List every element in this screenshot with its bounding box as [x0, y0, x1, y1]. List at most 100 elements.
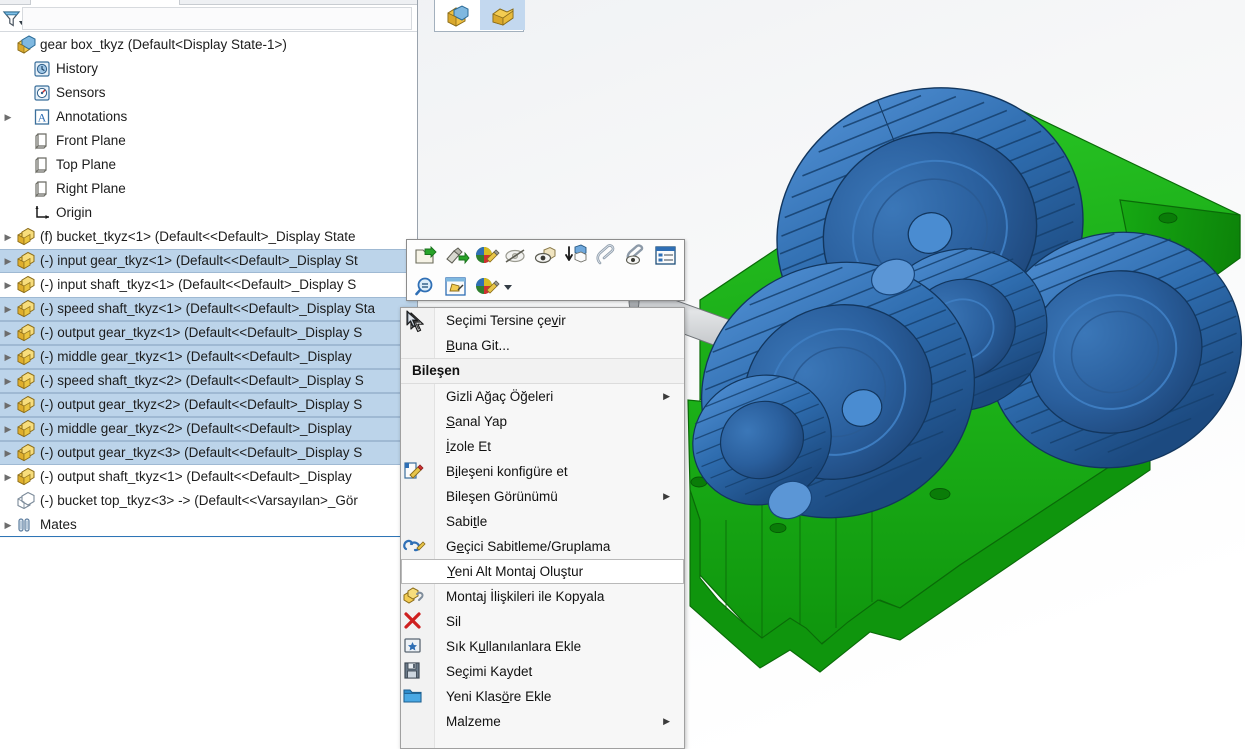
menu-item-sil[interactable]: Sil — [401, 609, 684, 634]
tree-item-output-gear-tkyz-1-default-default-displ[interactable]: ▶ (-) output gear_tkyz<1> (Default<<Defau… — [0, 321, 417, 345]
menu-item-no-icon — [401, 410, 435, 434]
view-mates-icon[interactable] — [591, 242, 621, 270]
menu-item-bile-en-g-r-n-m[interactable]: Bileşen Görünümü ▶ — [401, 484, 684, 509]
context-menu[interactable]: Seçimi Tersine çevir Buna Git... Bileşen Gi… — [400, 307, 685, 749]
menu-item-s-k-kullan-lanlara-ekle[interactable]: Sık Kullanılanlara Ekle — [401, 634, 684, 659]
menu-item-no-icon — [401, 385, 435, 409]
menu-item-sanal-yap[interactable]: Sanal Yap — [401, 409, 684, 434]
expand-arrow-icon[interactable]: ▶ — [0, 249, 16, 273]
menu-item-montaj-li-kileri-ile-kopyala[interactable]: Montaj İlişkileri ile Kopyala — [401, 584, 684, 609]
expand-arrow-icon[interactable]: ▶ — [0, 465, 16, 489]
menu-item-sabitle[interactable]: Sabitle — [401, 509, 684, 534]
tree-item-label: (-) output gear_tkyz<2> (Default<<Defaul… — [40, 397, 363, 412]
tree-item-history[interactable]: ▶History — [0, 57, 417, 81]
menu-item-se-imi-tersine-evir[interactable]: Seçimi Tersine çevir — [401, 308, 684, 333]
menu-item-label: Bileşen Görünümü — [446, 489, 558, 504]
expand-arrow-icon[interactable]: ▶ — [0, 417, 16, 441]
change-transparency-icon[interactable] — [561, 242, 591, 270]
tree-item-label: (-) middle gear_tkyz<2> (Default<<Defaul… — [40, 421, 352, 436]
tree-item-output-shaft-tkyz-1-default-default-disp[interactable]: ▶ (-) output shaft_tkyz<1> (Default<<Defa… — [0, 465, 417, 489]
tree-item-front-plane[interactable]: ▶Front Plane — [0, 129, 417, 153]
show-hidden-icon[interactable] — [531, 242, 561, 270]
tree-item-top-plane[interactable]: ▶Top Plane — [0, 153, 417, 177]
display-state-button[interactable] — [435, 0, 480, 30]
caret-down-icon[interactable] — [501, 273, 515, 301]
component-icon — [16, 347, 38, 367]
menu-item-se-imi-kaydet[interactable]: Seçimi Kaydet — [401, 659, 684, 684]
zoom-to-selection-icon[interactable] — [411, 273, 441, 301]
submenu-arrow-icon: ▶ — [663, 391, 670, 401]
configure-component-icon — [401, 460, 435, 484]
hide-icon[interactable] — [501, 242, 531, 270]
menu-item-malzeme[interactable]: Malzeme ▶ — [401, 709, 684, 734]
expand-arrow-icon[interactable]: ▶ — [0, 321, 16, 345]
tree-item-output-gear-tkyz-3-default-default-displ[interactable]: ▶ (-) output gear_tkyz<3> (Default<<Defau… — [0, 441, 417, 465]
tree-item-speed-shaft-tkyz-1-default-default-displ[interactable]: ▶ (-) speed shaft_tkyz<1> (Default<<Defau… — [0, 297, 417, 321]
tree-item-f-bucket-tkyz-1-default-default-display-[interactable]: ▶ (f) bucket_tkyz<1> (Default<<Default>_D… — [0, 225, 417, 249]
tree-item-middle-gear-tkyz-1-default-default-displ[interactable]: ▶ (-) middle gear_tkyz<1> (Default<<Defau… — [0, 345, 417, 369]
plane-icon — [32, 155, 54, 175]
expand-arrow-icon[interactable]: ▶ — [0, 441, 16, 465]
menu-item-label: Gizli Ağaç Öğeleri — [446, 389, 554, 404]
configuration-button[interactable] — [480, 0, 525, 30]
menu-item-no-icon — [401, 334, 435, 358]
menu-item-label: Seçimi Tersine çevir — [446, 313, 566, 328]
tree-item-input-gear-tkyz-1-default-default-displa[interactable]: ▶ (-) input gear_tkyz<1> (Default<<Defaul… — [0, 249, 417, 273]
tree-item-output-gear-tkyz-2-default-default-displ[interactable]: ▶ (-) output gear_tkyz<2> (Default<<Defau… — [0, 393, 417, 417]
edit-appearance-icon[interactable] — [471, 242, 501, 270]
menu-item-yeni-klas-re-ekle[interactable]: Yeni Klasöre Ekle — [401, 684, 684, 709]
menu-item-bile-eni-konfig-re-et[interactable]: Bileşeni konfigüre et — [401, 459, 684, 484]
tree-item-origin[interactable]: ▶Origin — [0, 201, 417, 225]
menu-item-yeni-alt-montaj-olu-tur[interactable]: Yeni Alt Montaj Oluştur — [401, 559, 684, 584]
expand-arrow-icon[interactable]: ▶ — [0, 393, 16, 417]
tree-item-label: (f) bucket_tkyz<1> (Default<<Default>_Di… — [40, 229, 356, 244]
filter-icon[interactable] — [2, 9, 24, 29]
expand-arrow-icon[interactable]: ▶ — [0, 225, 16, 249]
origin-icon — [32, 203, 54, 223]
tree-item-bucket-top-tkyz-3-default-varsay-lan-g-r[interactable]: ▶(-) bucket top_tkyz<3> -> (Default<<Var… — [0, 489, 417, 513]
tree-item-mates[interactable]: ▶ Mates — [0, 513, 417, 537]
menu-item-label: Bileşeni konfigüre et — [446, 464, 568, 479]
select-other-icon[interactable] — [441, 273, 471, 301]
delete-icon — [401, 610, 435, 634]
context-toolbar-row-1 — [407, 240, 684, 271]
new-folder-icon — [401, 685, 435, 709]
solidworks-window: ▶ gear box_tkyz (Default<Display State-1… — [0, 0, 1245, 749]
component-icon — [16, 299, 38, 319]
menu-item-zole-et[interactable]: İzole Et — [401, 434, 684, 459]
menu-item-ge-ici-sabitleme-gruplama[interactable]: Geçici Sabitleme/Gruplama — [401, 534, 684, 559]
feature-tree[interactable]: ▶ gear box_tkyz (Default<Display State-1… — [0, 33, 417, 533]
edit-part-icon[interactable] — [441, 242, 471, 270]
component-properties-icon[interactable] — [651, 242, 681, 270]
submenu-arrow-icon: ▶ — [663, 716, 670, 726]
menu-item-gizli-a-a-eleri[interactable]: Gizli Ağaç Öğeleri ▶ — [401, 384, 684, 409]
context-toolbar[interactable] — [406, 239, 685, 301]
menu-item-label: Sanal Yap — [446, 414, 508, 429]
tree-filter-input[interactable] — [22, 7, 412, 30]
context-menu-header: Bileşen — [401, 358, 684, 384]
component-icon — [16, 467, 38, 487]
expand-arrow-icon[interactable]: ▶ — [0, 105, 16, 129]
menu-item-no-icon — [402, 560, 436, 584]
tree-root-row[interactable]: ▶ gear box_tkyz (Default<Display State-1… — [0, 33, 417, 57]
open-part-icon[interactable] — [411, 242, 441, 270]
menu-item-label: Yeni Klasöre Ekle — [446, 689, 552, 704]
expand-arrow-icon[interactable]: ▶ — [0, 369, 16, 393]
menu-item-label: Yeni Alt Montaj Oluştur — [447, 564, 584, 579]
tree-item-speed-shaft-tkyz-2-default-default-displ[interactable]: ▶ (-) speed shaft_tkyz<2> (Default<<Defau… — [0, 369, 417, 393]
expand-arrow-icon[interactable]: ▶ — [0, 513, 16, 537]
hide-mates-icon[interactable] — [621, 242, 651, 270]
tree-item-sensors[interactable]: ▶Sensors — [0, 81, 417, 105]
tree-item-middle-gear-tkyz-2-default-default-displ[interactable]: ▶ (-) middle gear_tkyz<2> (Default<<Defau… — [0, 417, 417, 441]
expand-arrow-icon[interactable]: ▶ — [0, 345, 16, 369]
tree-item-input-shaft-tkyz-1-default-default-displ[interactable]: ▶ (-) input shaft_tkyz<1> (Default<<Defau… — [0, 273, 417, 297]
component-icon — [16, 419, 38, 439]
expand-arrow-icon[interactable]: ▶ — [0, 273, 16, 297]
expand-arrow-icon[interactable]: ▶ — [0, 297, 16, 321]
appearance-palette-icon[interactable] — [471, 273, 501, 301]
component-icon — [16, 371, 38, 391]
tree-item-annotations[interactable]: ▶ A Annotations — [0, 105, 417, 129]
display-config-toolbar[interactable] — [434, 0, 525, 32]
tree-item-right-plane[interactable]: ▶Right Plane — [0, 177, 417, 201]
menu-item-buna-git[interactable]: Buna Git... — [401, 333, 684, 358]
